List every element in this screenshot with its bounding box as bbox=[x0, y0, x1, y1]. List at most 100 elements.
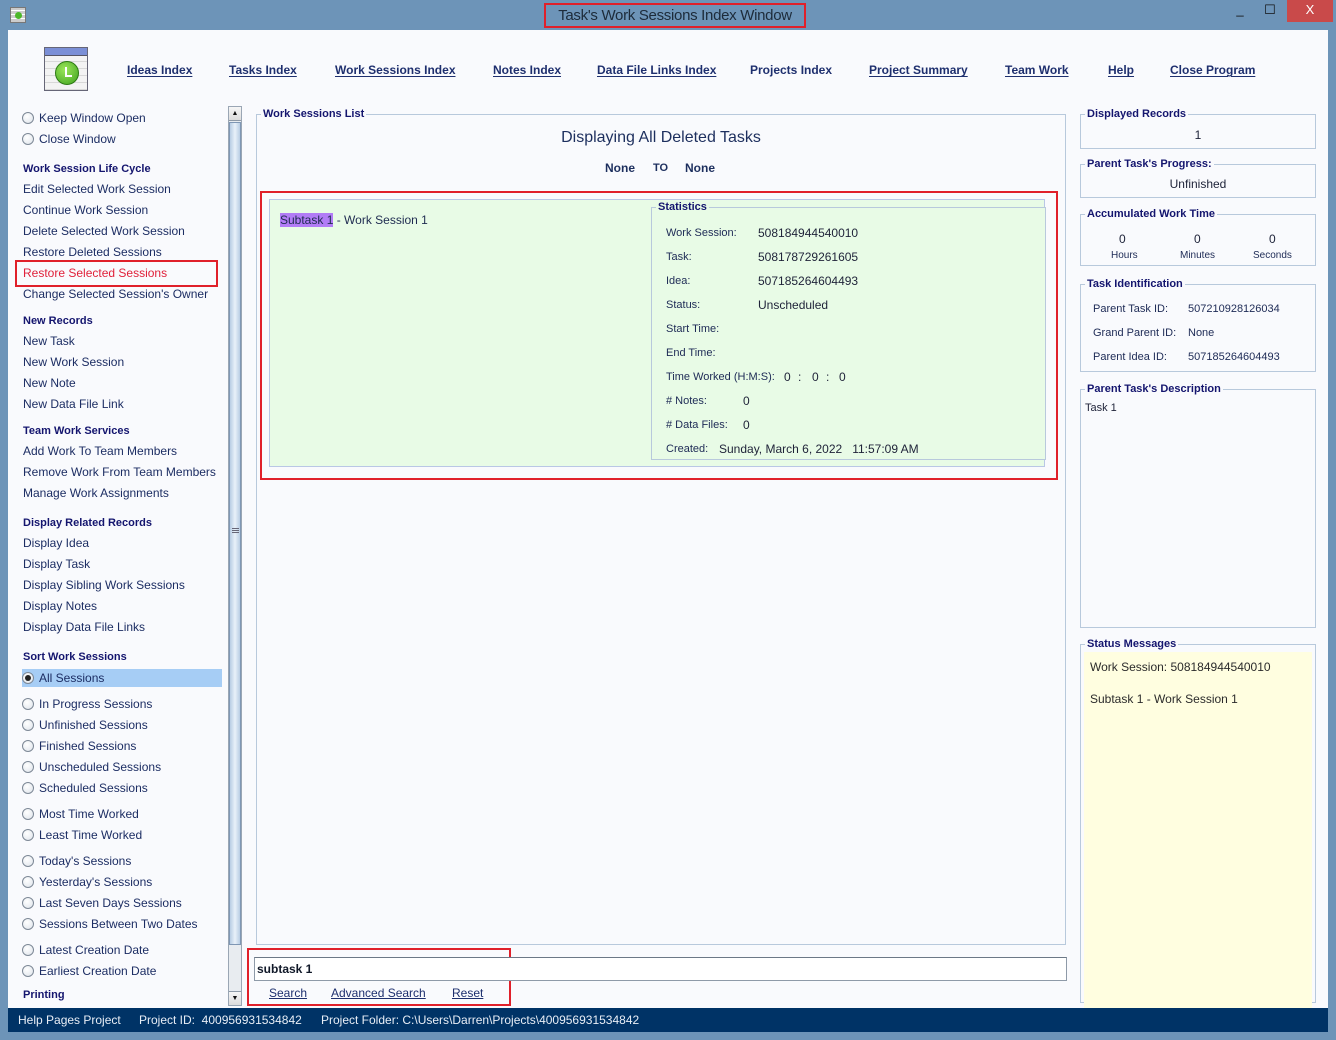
nav-ideas-index[interactable]: Ideas Index bbox=[127, 63, 192, 77]
parent-idea-id-value: 507185264604493 bbox=[1188, 351, 1280, 363]
sort-unscheduled[interactable]: Unscheduled Sessions bbox=[22, 758, 222, 776]
radio-button-icon bbox=[22, 876, 34, 888]
radio-button-icon bbox=[22, 918, 34, 930]
start-time-label: Start Time: bbox=[666, 323, 720, 335]
range-from: None bbox=[605, 161, 635, 175]
nav-data-file-links-index[interactable]: Data File Links Index bbox=[597, 63, 716, 77]
status-bar: Help Pages Project Project ID: 400956931… bbox=[8, 1008, 1328, 1032]
work-session-record[interactable]: Subtask 1 - Work Session 1 Statistics Wo… bbox=[269, 199, 1046, 467]
displayed-records-value: 1 bbox=[1194, 128, 1202, 142]
sidebar-item-new-work-session[interactable]: New Work Session bbox=[23, 355, 124, 369]
sort-between-dates[interactable]: Sessions Between Two Dates bbox=[22, 915, 222, 933]
sort-most-time[interactable]: Most Time Worked bbox=[22, 805, 222, 823]
sort-in-progress[interactable]: In Progress Sessions bbox=[22, 695, 222, 713]
description-text: Task 1 bbox=[1085, 402, 1117, 414]
nav-project-summary[interactable]: Project Summary bbox=[869, 63, 968, 77]
sidebar-item-manage-assignments[interactable]: Manage Work Assignments bbox=[23, 486, 169, 500]
sidebar-scrollbar[interactable]: ▲ ▼ bbox=[228, 106, 242, 1006]
radio-button-icon bbox=[22, 698, 34, 710]
radio-keep-window-open[interactable]: Keep Window Open bbox=[22, 109, 222, 127]
heading-team-work: Team Work Services bbox=[23, 425, 130, 437]
time-worked-minutes: 0 bbox=[812, 370, 819, 384]
window-title: Task's Work Sessions Index Window bbox=[544, 3, 806, 28]
sort-finished[interactable]: Finished Sessions bbox=[22, 737, 222, 755]
sort-unfinished[interactable]: Unfinished Sessions bbox=[22, 716, 222, 734]
radio-label: In Progress Sessions bbox=[39, 697, 153, 711]
work-session-label: Work Session: bbox=[666, 227, 737, 239]
work-session-value: 508184944540010 bbox=[758, 226, 859, 240]
app-icon[interactable] bbox=[10, 7, 26, 23]
scroll-thumb[interactable] bbox=[229, 122, 241, 945]
group-title: Parent Task's Progress: bbox=[1085, 158, 1214, 171]
sidebar-item-restore-selected[interactable]: Restore Selected Sessions bbox=[23, 266, 167, 280]
sidebar-item-display-data-file-links[interactable]: Display Data File Links bbox=[23, 620, 145, 634]
radio-button-icon bbox=[22, 808, 34, 820]
grand-parent-id-value: None bbox=[1188, 327, 1215, 339]
task-identification-group: Task Identification Parent Task ID: 5072… bbox=[1080, 278, 1316, 372]
sort-yesterday[interactable]: Yesterday's Sessions bbox=[22, 873, 222, 891]
sidebar-item-edit-session[interactable]: Edit Selected Work Session bbox=[23, 182, 171, 196]
sidebar-item-new-task[interactable]: New Task bbox=[23, 334, 75, 348]
nav-help[interactable]: Help bbox=[1108, 63, 1134, 77]
sidebar-item-new-data-file-link[interactable]: New Data File Link bbox=[23, 397, 124, 411]
sort-scheduled[interactable]: Scheduled Sessions bbox=[22, 779, 222, 797]
nav-projects-index[interactable]: Projects Index bbox=[750, 63, 832, 77]
minimize-button[interactable]: _ bbox=[1226, 0, 1254, 22]
created-label: Created: bbox=[666, 443, 709, 455]
nav-work-sessions-index[interactable]: Work Sessions Index bbox=[335, 63, 456, 77]
sort-today[interactable]: Today's Sessions bbox=[22, 852, 222, 870]
status-messages-group: Status Messages Work Session: 5081849445… bbox=[1080, 638, 1316, 1008]
status-message-line: Subtask 1 - Work Session 1 bbox=[1090, 692, 1238, 706]
sort-latest-creation[interactable]: Latest Creation Date bbox=[22, 941, 222, 959]
sidebar-item-display-siblings[interactable]: Display Sibling Work Sessions bbox=[23, 578, 185, 592]
group-title: Status Messages bbox=[1085, 638, 1179, 651]
nav-close-program[interactable]: Close Program bbox=[1170, 63, 1255, 77]
close-button[interactable]: X bbox=[1287, 0, 1333, 22]
search-match-highlight: Subtask 1 bbox=[280, 213, 334, 227]
project-id: Project ID: 400956931534842 bbox=[139, 1013, 302, 1027]
scroll-down-arrow-icon[interactable]: ▼ bbox=[229, 991, 241, 1005]
reset-button[interactable]: Reset bbox=[452, 986, 483, 1000]
maximize-button[interactable]: ☐ bbox=[1256, 0, 1284, 22]
sidebar-item-change-owner[interactable]: Change Selected Session's Owner bbox=[23, 287, 208, 301]
nav-team-work[interactable]: Team Work bbox=[1005, 63, 1069, 77]
radio-label: Latest Creation Date bbox=[39, 943, 150, 957]
sidebar-item-new-note[interactable]: New Note bbox=[23, 376, 76, 390]
radio-button-icon bbox=[22, 740, 34, 752]
search-input[interactable] bbox=[254, 957, 1067, 981]
radio-close-window[interactable]: Close Window bbox=[22, 130, 222, 148]
radio-label: Unfinished Sessions bbox=[39, 718, 148, 732]
nav-notes-index[interactable]: Notes Index bbox=[493, 63, 561, 77]
heading-sort-sessions: Sort Work Sessions bbox=[23, 651, 127, 663]
scroll-up-arrow-icon[interactable]: ▲ bbox=[229, 107, 241, 121]
radio-label: Keep Window Open bbox=[39, 111, 146, 125]
sidebar-item-remove-work[interactable]: Remove Work From Team Members bbox=[23, 465, 216, 479]
radio-button-icon bbox=[22, 112, 34, 124]
search-button[interactable]: Search bbox=[269, 986, 307, 1000]
nav-tasks-index[interactable]: Tasks Index bbox=[229, 63, 297, 77]
sidebar-item-delete-session[interactable]: Delete Selected Work Session bbox=[23, 224, 185, 238]
idea-label: Idea: bbox=[666, 275, 691, 287]
task-value: 508178729261605 bbox=[758, 250, 859, 264]
sidebar-item-restore-deleted[interactable]: Restore Deleted Sessions bbox=[23, 245, 162, 259]
sidebar-item-display-idea[interactable]: Display Idea bbox=[23, 536, 89, 550]
radio-label: Yesterday's Sessions bbox=[39, 875, 153, 889]
sidebar-item-display-task[interactable]: Display Task bbox=[23, 557, 90, 571]
sidebar-item-continue-session[interactable]: Continue Work Session bbox=[23, 203, 148, 217]
radio-label: Unscheduled Sessions bbox=[39, 760, 162, 774]
sort-least-time[interactable]: Least Time Worked bbox=[22, 826, 222, 844]
sidebar-item-add-work[interactable]: Add Work To Team Members bbox=[23, 444, 177, 458]
sort-all-sessions[interactable]: All Sessions bbox=[22, 669, 222, 687]
record-title: Subtask 1 - Work Session 1 bbox=[280, 213, 428, 227]
advanced-search-button[interactable]: Advanced Search bbox=[331, 986, 426, 1000]
radio-button-icon bbox=[22, 672, 34, 684]
time-worked-hours: 0 bbox=[784, 370, 791, 384]
seconds-label: Seconds bbox=[1253, 250, 1292, 261]
sidebar-item-display-notes[interactable]: Display Notes bbox=[23, 599, 97, 613]
reset-button-label: Reset bbox=[452, 986, 484, 1000]
sort-last-seven-days[interactable]: Last Seven Days Sessions bbox=[22, 894, 222, 912]
client-area: Ideas Index Tasks Index Work Sessions In… bbox=[8, 30, 1328, 1032]
group-title: Displayed Records bbox=[1085, 108, 1189, 121]
sort-earliest-creation[interactable]: Earliest Creation Date bbox=[22, 962, 222, 980]
group-title: Accumulated Work Time bbox=[1085, 208, 1217, 221]
